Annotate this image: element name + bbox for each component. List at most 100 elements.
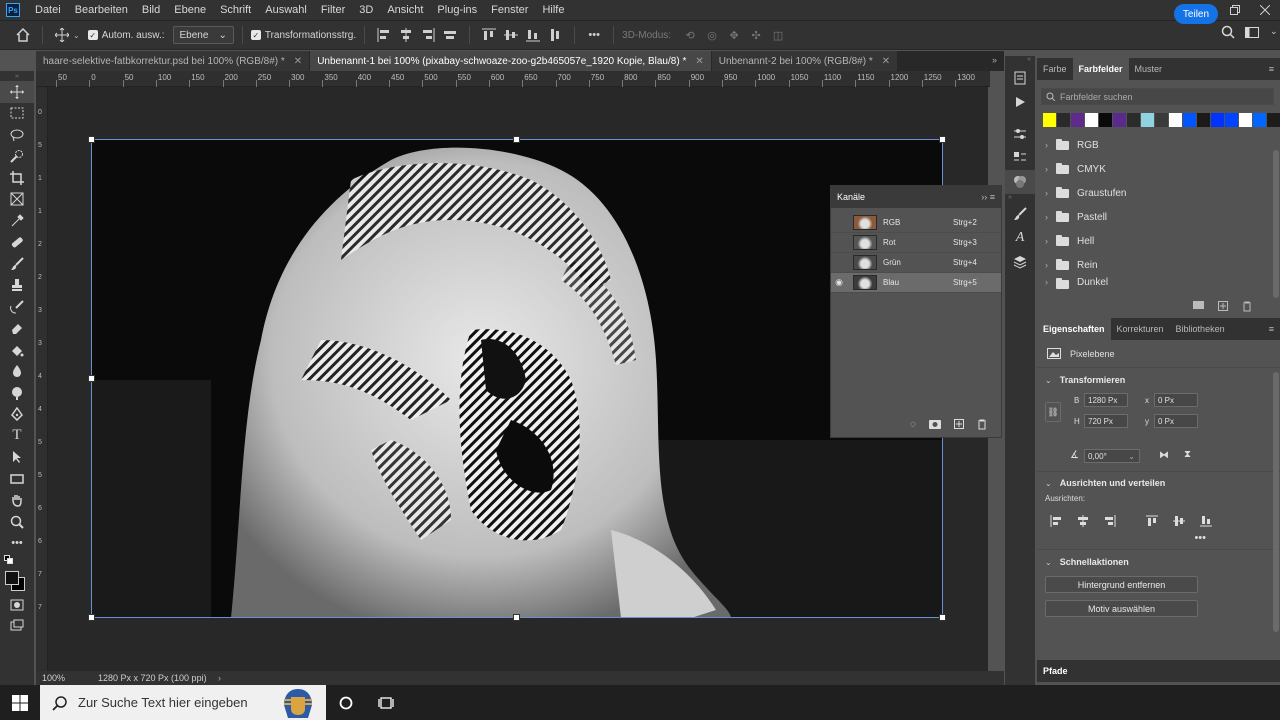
brush-tool-icon[interactable] <box>0 253 34 275</box>
menu-filter[interactable]: Filter <box>314 0 352 20</box>
color-swatches[interactable] <box>0 566 34 594</box>
type-tool-icon[interactable]: T <box>0 425 34 447</box>
blur-tool-icon[interactable] <box>0 361 34 383</box>
rectangle-tool-icon[interactable] <box>0 468 34 490</box>
quick-selection-icon[interactable] <box>0 146 34 168</box>
default-colors-icon[interactable] <box>0 554 34 566</box>
align-right-icon[interactable] <box>417 24 439 46</box>
swatch-group-hell[interactable]: › Hell <box>1037 229 1280 253</box>
layers-panel-icon[interactable] <box>1005 250 1035 274</box>
swatch-group-pastell[interactable]: › Pastell <box>1037 205 1280 229</box>
distribute-vertical-icon[interactable] <box>544 24 566 46</box>
document-canvas[interactable] <box>91 140 943 618</box>
color-swatch[interactable] <box>1099 113 1112 127</box>
color-swatch[interactable] <box>1197 113 1210 127</box>
cortana-icon[interactable] <box>326 685 366 720</box>
align-hcenter-icon[interactable] <box>395 24 417 46</box>
vertical-ruler[interactable]: 0 5 1 1 2 2 3 3 4 4 5 5 6 6 7 7 <box>36 87 48 671</box>
collapse-dock-icon[interactable]: » <box>1005 194 1035 202</box>
pen-tool-icon[interactable] <box>0 404 34 426</box>
new-group-icon[interactable] <box>1193 301 1204 312</box>
properties-panel-icon[interactable] <box>1005 146 1035 170</box>
character-panel-icon[interactable]: A <box>1005 226 1035 250</box>
swatch-group-cmyk[interactable]: › CMYK <box>1037 157 1280 181</box>
dodge-tool-icon[interactable] <box>0 382 34 404</box>
screen-mode-icon[interactable] <box>0 616 34 638</box>
3d-pan-icon[interactable]: ✥ <box>723 24 745 46</box>
delete-icon[interactable] <box>1242 301 1252 312</box>
color-swatch[interactable] <box>1127 113 1140 127</box>
crop-tool-icon[interactable] <box>0 167 34 189</box>
menu-bild[interactable]: Bild <box>135 0 167 20</box>
auto-select-checkbox[interactable]: ✓ <box>87 30 98 40</box>
rotation-field[interactable]: 0,00° ⌄ <box>1084 449 1140 463</box>
collapse-toolbar-icon[interactable]: » <box>0 71 34 81</box>
adjustments-panel-icon[interactable] <box>1005 122 1035 146</box>
menu-ansicht[interactable]: Ansicht <box>380 0 430 20</box>
chevron-down-icon[interactable]: ⌄ <box>73 31 80 40</box>
taskbar-search[interactable]: Zur Suche Text hier eingeben <box>40 685 326 720</box>
chevron-down-icon[interactable]: ⌄ <box>1270 26 1278 37</box>
brush-settings-icon[interactable] <box>1005 202 1035 226</box>
workspace-icon[interactable] <box>1245 27 1259 38</box>
color-swatch[interactable] <box>1183 113 1196 127</box>
link-icon[interactable]: ⛓ <box>1045 402 1061 422</box>
tab-farbfelder[interactable]: Farbfelder <box>1072 58 1129 80</box>
color-swatch[interactable] <box>1169 113 1182 127</box>
scrollbar[interactable] <box>1273 150 1279 298</box>
tab-bibliotheken[interactable]: Bibliotheken <box>1170 318 1231 340</box>
3d-slide-icon[interactable]: ✣ <box>745 24 767 46</box>
transform-handle-bottom-left[interactable] <box>88 614 95 621</box>
panel-menu-icon[interactable]: ›› ≡ <box>981 192 995 202</box>
move-tool-icon[interactable] <box>51 24 73 46</box>
move-tool-icon[interactable] <box>0 81 34 103</box>
layer-dropdown[interactable]: Ebene ⌄ <box>172 26 234 44</box>
tab-muster[interactable]: Muster <box>1129 58 1169 80</box>
scrollbar[interactable] <box>1273 372 1279 632</box>
align-bottom-icon[interactable] <box>1195 510 1217 532</box>
channel-row-green[interactable]: Grün Strg+4 <box>831 253 1001 273</box>
tab-farbe[interactable]: Farbe <box>1037 58 1073 80</box>
select-subject-button[interactable]: Motiv auswählen <box>1045 600 1198 617</box>
close-icon[interactable]: ✕ <box>882 56 890 67</box>
task-view-icon[interactable] <box>366 685 406 720</box>
swatch-group-dunkel[interactable]: › Dunkel <box>1037 277 1280 289</box>
more-options-icon[interactable]: ••• <box>583 24 605 46</box>
history-brush-icon[interactable] <box>0 296 34 318</box>
doc-tab-1[interactable]: haare-selektive-fatbkorrektur.psd bei 10… <box>36 51 311 71</box>
color-swatch[interactable] <box>1141 113 1154 127</box>
menu-datei[interactable]: Datei <box>28 0 68 20</box>
3d-roll-icon[interactable]: ◎ <box>701 24 723 46</box>
tab-eigenschaften[interactable]: Eigenschaften <box>1037 318 1111 340</box>
swatch-group-rgb[interactable]: › RGB <box>1037 133 1280 157</box>
more-align-icon[interactable]: ••• <box>1037 532 1280 550</box>
close-icon[interactable]: ✕ <box>294 56 302 67</box>
path-selection-icon[interactable] <box>0 447 34 469</box>
transform-handle-bottom-right[interactable] <box>939 614 946 621</box>
quick-mask-icon[interactable] <box>0 594 34 616</box>
eraser-tool-icon[interactable] <box>0 318 34 340</box>
height-field[interactable]: 720 Px <box>1084 414 1128 428</box>
panel-menu-icon[interactable]: ≡ <box>1269 58 1280 80</box>
transform-handle-top-left[interactable] <box>88 136 95 143</box>
eye-icon[interactable]: ◉ <box>831 277 847 288</box>
color-swatch[interactable] <box>1155 113 1168 127</box>
transform-handle-top[interactable] <box>513 136 520 143</box>
doc-tab-2[interactable]: Unbenannt-1 bei 100% (pixabay-schwoaze-z… <box>310 51 712 71</box>
color-swatch[interactable] <box>1267 113 1280 127</box>
close-icon[interactable]: ✕ <box>695 56 703 67</box>
y-position-field[interactable]: 0 Px <box>1154 414 1198 428</box>
tabs-overflow-icon[interactable]: » <box>992 55 997 65</box>
tab-pfade[interactable]: Pfade <box>1037 660 1280 682</box>
3d-orbit-icon[interactable]: ⟲ <box>679 24 701 46</box>
remove-background-button[interactable]: Hintergrund entfernen <box>1045 576 1198 593</box>
channel-row-rgb[interactable]: RGB Strg+2 <box>831 213 1001 233</box>
chevron-right-icon[interactable]: › <box>218 673 221 683</box>
flip-vertical-icon[interactable]: ⧗ <box>1184 449 1191 460</box>
color-swatch[interactable] <box>1085 113 1098 127</box>
menu-auswahl[interactable]: Auswahl <box>258 0 314 20</box>
align-vcenter-icon[interactable] <box>500 24 522 46</box>
align-left-icon[interactable] <box>373 24 395 46</box>
menu-hilfe[interactable]: Hilfe <box>535 0 571 20</box>
foreground-color-swatch[interactable] <box>5 571 19 585</box>
